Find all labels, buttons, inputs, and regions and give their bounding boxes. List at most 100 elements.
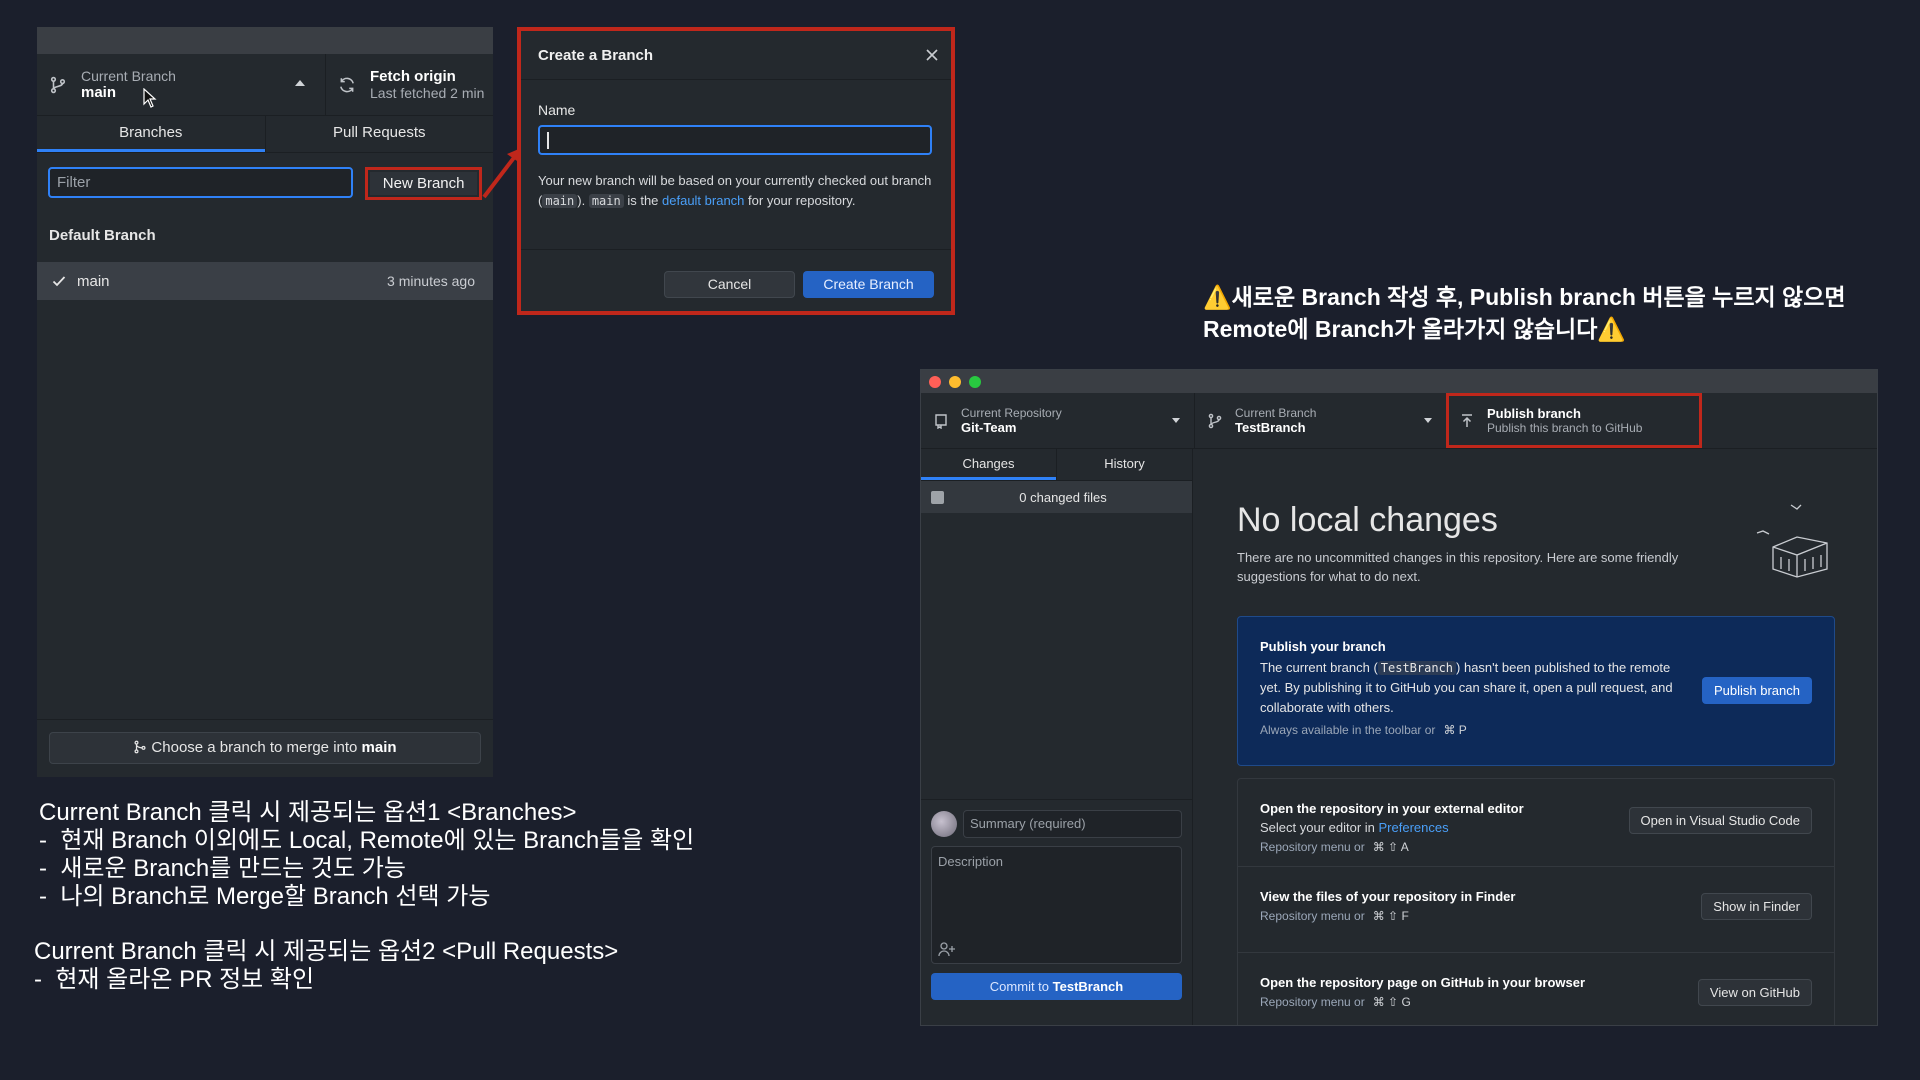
changes-tabs: Changes History [921,449,1192,481]
branch-panel: Current Branch main Fetch origin Last fe… [37,27,493,777]
empty-state-illustration [1756,504,1828,578]
desc-text: is the [623,193,663,208]
hint-text: Repository menu or [1260,995,1365,1009]
create-branch-button[interactable]: Create Branch [803,271,934,298]
merge-target: main [361,739,397,756]
suggestions-card: Open the repository in your external edi… [1237,778,1835,1025]
merge-branch-button[interactable]: Choose a branch to merge into main [49,732,481,764]
branch-filter-input[interactable]: Filter [48,167,354,198]
current-branch-button[interactable]: Current Branch TestBranch [1195,393,1447,448]
tab-branches[interactable]: Branches [37,116,265,152]
commit-button-prefix: Commit to [989,979,1053,994]
zoom-window-button[interactable] [969,375,981,388]
default-branch-link[interactable]: default branch [662,193,744,208]
repository-window: Current Repository Git-Team Current Bran… [920,369,1878,1026]
suggestion-text-part: Select your editor in [1260,820,1379,835]
open-in-editor-button[interactable]: Open in Visual Studio Code [1628,807,1812,834]
window-titlebar [921,370,1877,393]
dialog-header: Create a Branch [521,31,951,80]
commit-summary-input[interactable]: Summary (required) [963,810,1182,838]
current-repository-label: Current Repository [961,406,1062,420]
text-caret [547,132,549,149]
chevron-down-icon [1424,418,1432,423]
create-branch-dialog: Create a Branch Name Your new branch wil… [517,27,955,315]
dialog-description: Your new branch will be based on your cu… [538,171,934,211]
no-changes-panel: No local changes There are no uncommitte… [1193,449,1877,1025]
current-branch-button[interactable]: Current Branch main [37,54,325,115]
changes-sidebar: Changes History 0 changed files Summary … [921,449,1193,1025]
tab-pull-requests[interactable]: Pull Requests [264,116,494,152]
name-label: Name [538,102,576,118]
cancel-button[interactable]: Cancel [664,271,795,298]
branch-tabs: Branches Pull Requests [37,116,493,153]
repo-toolbar: Current Repository Git-Team Current Bran… [921,393,1877,449]
desc-text: for your repository. [744,193,856,208]
current-branch-label: Current Branch [1235,406,1317,420]
add-coauthor-icon[interactable] [938,941,956,957]
commit-description-input[interactable]: Description [931,846,1182,964]
hint-text: Always available in the toolbar or [1260,723,1436,737]
publish-card-text: The current branch (TestBranch) hasn't b… [1260,658,1692,718]
close-window-button[interactable] [929,375,941,388]
publish-card-hint: Always available in the toolbar or ⌘ P [1260,723,1812,737]
branch-code: TestBranch [1377,661,1457,675]
current-repository-name: Git-Team [961,420,1017,435]
git-merge-icon [134,740,146,754]
commit-area: Summary (required) Description Commit to… [921,799,1192,1025]
current-branch-name: TestBranch [1235,420,1306,435]
filter-row: Filter New Branch [37,153,493,207]
close-icon[interactable] [925,48,939,62]
current-repository-button[interactable]: Current Repository Git-Team [921,393,1195,448]
desc-text: ). [577,193,589,208]
chevron-down-icon [1172,418,1180,423]
desc-code: main [588,194,624,208]
branch-list-item[interactable]: main 3 minutes ago [37,262,493,300]
repository-icon [935,413,947,429]
publish-branch-card: Publish your branch The current branch (… [1237,616,1835,766]
suggestion-item: Open the repository in your external edi… [1238,779,1834,867]
publish-branch-highlight [1446,393,1702,448]
summary-row: Summary (required) [931,810,1182,838]
publish-branch-button[interactable]: Publish branch [1702,677,1812,704]
branch-name: main [77,272,110,290]
description-placeholder: Description [938,854,1004,869]
new-branch-highlight: New Branch [365,167,482,200]
suggestion-hint: Repository menu or ⌘ ⇧ A [1260,840,1812,854]
git-branch-icon [1208,413,1222,428]
changed-files-count: 0 changed files [1019,489,1107,505]
shortcut-keys: ⌘ ⇧ A [1372,840,1409,854]
branch-name-input[interactable] [538,125,932,155]
tab-changes[interactable]: Changes [921,449,1056,480]
minimize-window-button[interactable] [949,375,961,388]
new-branch-button[interactable]: New Branch [370,172,477,195]
current-branch-name: main [81,84,117,101]
git-branch-icon [50,76,66,93]
shortcut-keys: ⌘ P [1443,723,1467,737]
dialog-footer: Cancel Create Branch [521,250,951,298]
caption-options-2: Current Branch 클릭 시 제공되는 옵션2 <Pull Reque… [34,938,619,993]
panel-toolbar: Current Branch main Fetch origin Last fe… [37,54,493,116]
merge-area: Choose a branch to merge into main [37,719,493,777]
commit-button-branch: TestBranch [1052,979,1124,994]
commit-button[interactable]: Commit to TestBranch [931,973,1182,1000]
fetch-origin-button[interactable]: Fetch origin Last fetched 2 min [325,54,493,115]
shortcut-keys: ⌘ ⇧ F [1372,909,1409,923]
preferences-link[interactable]: Preferences [1379,820,1449,835]
dialog-title: Create a Branch [538,46,654,64]
shortcut-keys: ⌘ ⇧ G [1372,995,1411,1009]
merge-button-label: Choose a branch to merge into [151,739,362,756]
select-all-checkbox[interactable] [931,490,944,504]
caption-options-1: Current Branch 클릭 시 제공되는 옵션1 <Branches> … [39,799,695,910]
show-in-finder-button[interactable]: Show in Finder [1701,893,1812,920]
tab-history[interactable]: History [1056,449,1192,480]
suggestion-item: View the files of your repository in Fin… [1238,867,1834,953]
repo-body: Changes History 0 changed files Summary … [921,449,1877,1025]
publish-warning-text: ⚠️새로운 Branch 작성 후, Publish branch 버튼을 누르… [1203,284,1846,342]
default-branch-heading: Default Branch [49,227,156,244]
branch-time: 3 minutes ago [387,273,475,289]
suggestion-item: Open the repository page on GitHub in yo… [1238,953,1834,1025]
publish-card-text-part: The current branch ( [1260,660,1378,675]
mouse-pointer-icon [143,88,157,108]
changed-files-row: 0 changed files [921,481,1192,513]
view-on-github-button[interactable]: View on GitHub [1697,979,1812,1006]
